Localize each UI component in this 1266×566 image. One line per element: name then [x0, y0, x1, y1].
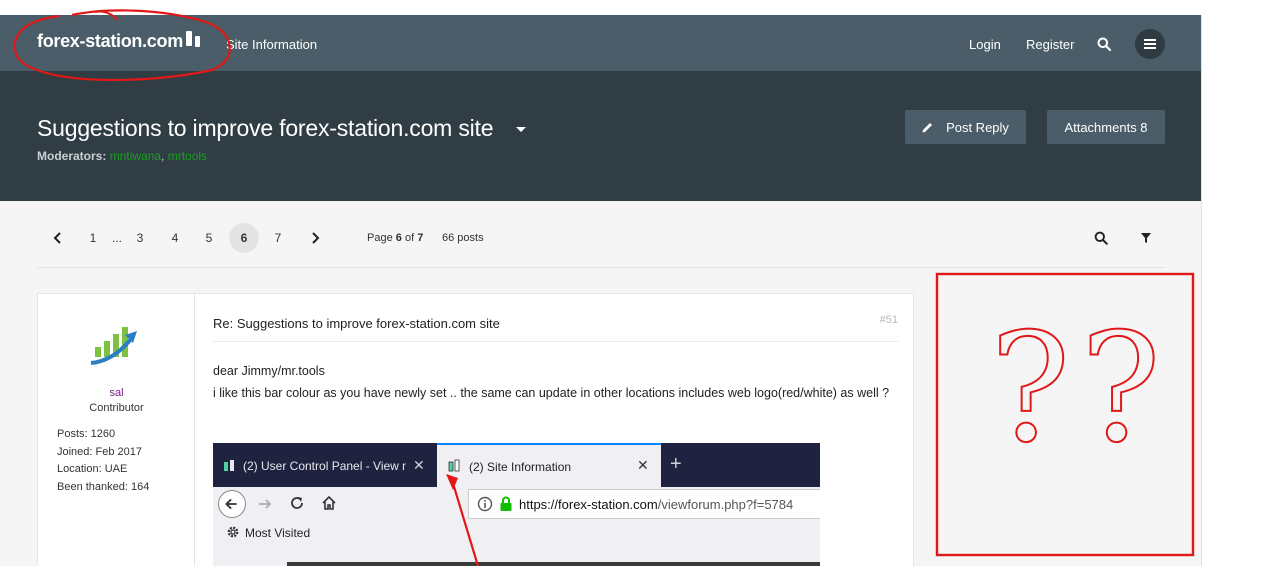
stat-thanked: Been thanked: 164	[57, 480, 150, 493]
screenshot-tab-label: (2) Site Information	[469, 460, 572, 474]
post-count: 66 posts	[442, 232, 484, 244]
post-author-panel: sal Contributor Posts: 1260 Joined: Feb …	[38, 294, 195, 566]
candlestick-logo-icon	[185, 30, 200, 49]
screenshot-tab-ucp: (2) User Control Panel - View m ✕	[213, 443, 437, 487]
post-reply-label: Post Reply	[946, 119, 1009, 135]
avatar[interactable]	[83, 313, 149, 379]
stat-posts: Posts: 1260	[57, 428, 116, 440]
pagination-bar: 1 ... 3 4 5 6 7 Page 6 of 7 66 posts	[37, 223, 1165, 253]
page-link-current[interactable]: 6	[229, 223, 259, 253]
stat-joined: Joined: Feb 2017	[57, 445, 143, 458]
back-arrow-icon	[218, 490, 246, 518]
login-link[interactable]: Login	[969, 37, 1001, 52]
post-text-line: dear Jimmy/mr.tools	[213, 364, 325, 378]
gear-icon	[227, 526, 239, 538]
post-51: sal Contributor Posts: 1260 Joined: Feb …	[37, 293, 914, 566]
close-icon: ✕	[413, 457, 425, 473]
chevron-down-icon[interactable]	[516, 127, 526, 132]
hamburger-menu-button[interactable]	[1135, 29, 1165, 59]
page-link[interactable]: 3	[134, 223, 146, 253]
browser-page: forex-station.com Site Information Login…	[0, 15, 1202, 566]
screenshot-toolbar: https://forex-station.com/viewforum.php?…	[213, 487, 820, 519]
close-icon: ✕	[637, 457, 649, 473]
divider	[213, 341, 898, 342]
screenshot-tab-label: (2) User Control Panel - View m	[243, 459, 406, 473]
chevron-left-icon[interactable]	[51, 231, 65, 245]
chevron-right-icon[interactable]	[308, 231, 322, 245]
page-link[interactable]: 7	[272, 223, 284, 253]
page-ellipsis: ...	[111, 231, 122, 245]
stat-location: Location: UAE	[57, 463, 128, 475]
moderator-link[interactable]: mntiwana	[110, 149, 161, 163]
page-link[interactable]: 1	[87, 223, 99, 253]
post-reply-button[interactable]: Post Reply	[905, 110, 1026, 144]
plus-icon: +	[670, 453, 682, 475]
logo-text: forex-station.com	[37, 30, 183, 51]
screenshot-bookmarks-bar: Most Visited	[213, 523, 820, 545]
site-information-link[interactable]: Site Information	[226, 37, 317, 52]
user-stats: Posts: 1260 Joined: Feb 2017 Location: U…	[57, 426, 149, 496]
reload-icon	[291, 497, 303, 509]
search-icon[interactable]	[1097, 37, 1111, 51]
home-icon	[322, 495, 336, 510]
screenshot-url: https://forex-station.com/viewforum.php?…	[519, 497, 794, 512]
filter-icon[interactable]	[1139, 231, 1153, 245]
post-text-line: i like this bar colour as you have newly…	[213, 386, 890, 400]
user-rank: Contributor	[89, 402, 144, 414]
screenshot-tab-site-info: (2) Site Information ✕	[437, 443, 661, 487]
divider	[37, 267, 1165, 268]
register-link[interactable]: Register	[1026, 37, 1074, 52]
info-icon	[477, 496, 493, 512]
candlestick-favicon-icon	[224, 460, 234, 471]
moderator-link[interactable]: mrtools	[168, 149, 207, 163]
lock-icon	[500, 496, 512, 511]
attachments-label: Attachments 8	[1064, 119, 1148, 135]
hamburger-icon	[1144, 39, 1156, 49]
attached-screenshot[interactable]: (2) User Control Panel - View m ✕ (2) Si…	[213, 443, 820, 566]
site-logo[interactable]: forex-station.com	[37, 29, 200, 53]
moderators-label: Moderators:	[37, 149, 107, 163]
screenshot-url-bar: https://forex-station.com/viewforum.php?…	[468, 489, 820, 519]
page-link[interactable]: 5	[203, 223, 215, 253]
pencil-icon	[922, 123, 933, 133]
screenshot-tab-bar: (2) User Control Panel - View m ✕ (2) Si…	[213, 443, 820, 487]
page-link[interactable]: 4	[169, 223, 181, 253]
post-content: dear Jimmy/mr.tools i like this bar colo…	[213, 360, 898, 404]
attachments-button[interactable]: Attachments 8	[1047, 110, 1165, 144]
topic-header: Suggestions to improve forex-station.com…	[0, 71, 1201, 201]
forward-arrow-icon	[259, 499, 272, 509]
username[interactable]: sal	[38, 387, 195, 399]
top-navbar: forex-station.com Site Information Login…	[0, 15, 1201, 71]
moderators-line: Moderators: mntiwana, mrtools	[37, 149, 208, 163]
screenshot-bookmark-label: Most Visited	[245, 526, 311, 540]
post-subject[interactable]: Re: Suggestions to improve forex-station…	[213, 316, 500, 331]
search-icon[interactable]	[1094, 231, 1108, 245]
candlestick-favicon-icon	[448, 459, 460, 472]
page-indicator: Page 6 of 7	[367, 232, 424, 244]
post-number[interactable]: #51	[880, 314, 898, 326]
screenshot-dark-strip	[287, 562, 820, 566]
topic-title[interactable]: Suggestions to improve forex-station.com…	[37, 115, 494, 142]
